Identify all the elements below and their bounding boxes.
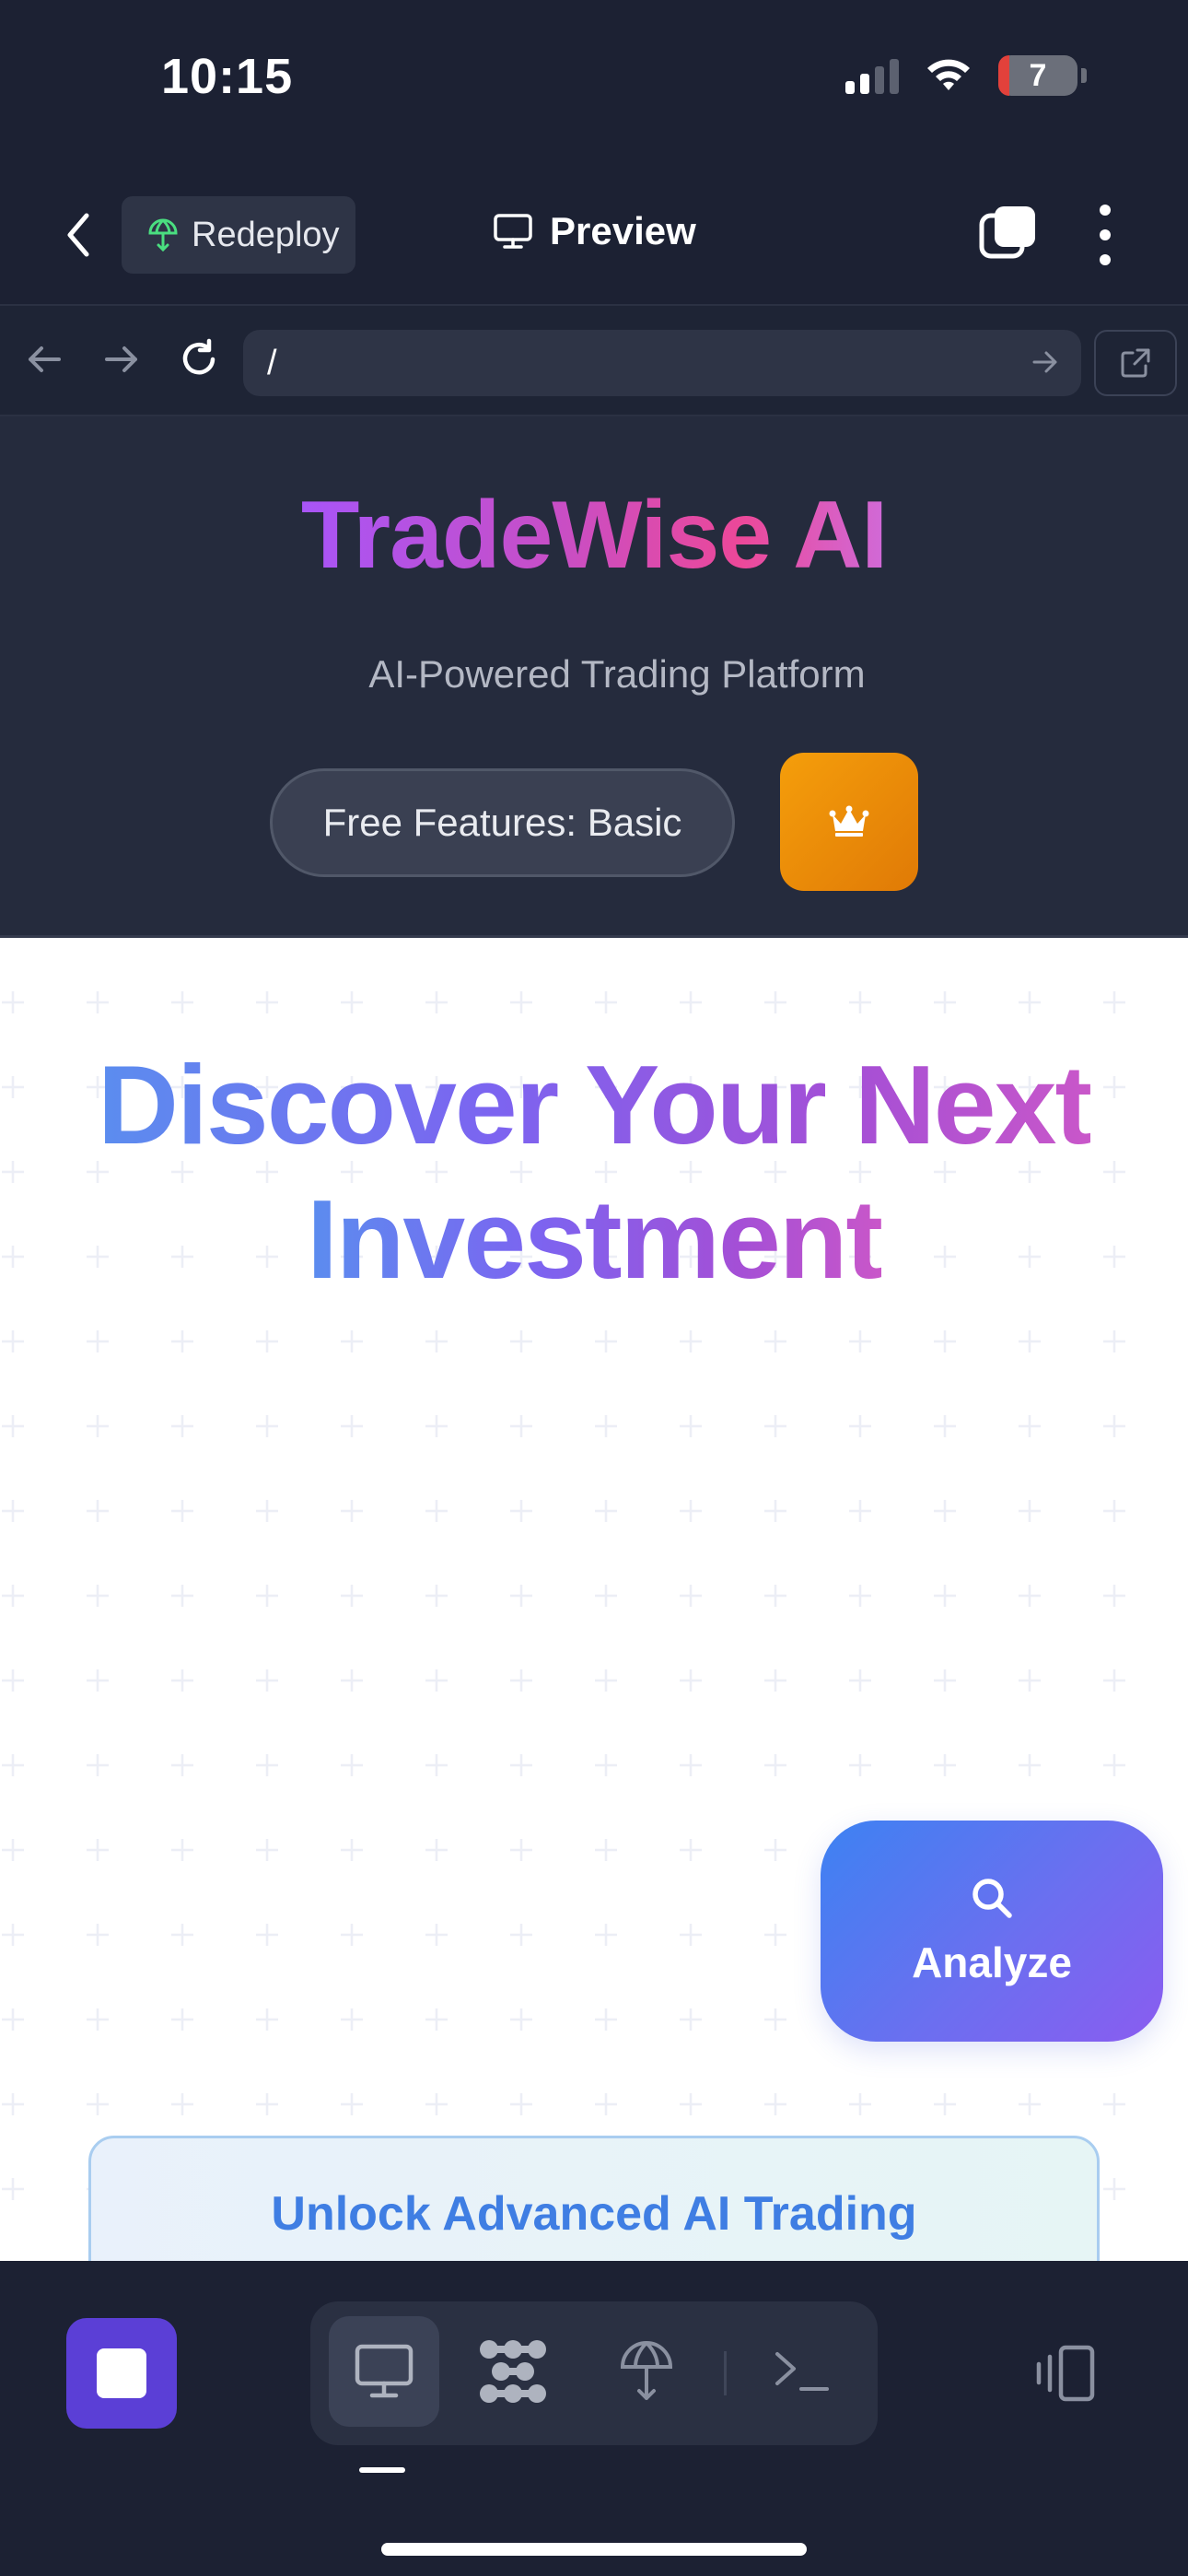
active-tab-indicator: [359, 2467, 405, 2473]
tab-deploy[interactable]: [591, 2316, 702, 2427]
status-time: 10:15: [161, 49, 294, 104]
wifi-icon: [927, 59, 970, 90]
desktop-icon: [355, 2344, 413, 2398]
deploy-icon: [620, 2341, 673, 2400]
view-switcher: [310, 2301, 878, 2445]
stop-icon: [97, 2348, 146, 2398]
hero-line-1: Discover Your Next: [97, 1042, 1092, 1167]
arrow-left-icon: [29, 346, 61, 372]
tabs-icon: [979, 206, 1035, 259]
more-options-icon[interactable]: [1096, 205, 1114, 265]
premium-button[interactable]: [780, 753, 918, 891]
redeploy-label: Redeploy: [192, 215, 340, 254]
url-bar-row: /: [0, 304, 1188, 416]
search-icon: [973, 1879, 1012, 1918]
stop-button[interactable]: [66, 2318, 177, 2429]
url-input[interactable]: /: [243, 330, 1081, 396]
reload-button[interactable]: [173, 334, 225, 385]
back-button[interactable]: [55, 203, 101, 267]
tabs-button[interactable]: [978, 203, 1039, 263]
main-content: Discover Your Next Investment Analyze Un…: [0, 938, 1188, 2261]
external-link-icon: [1121, 348, 1150, 378]
tab-terminal[interactable]: [747, 2316, 857, 2427]
preview-title: Preview: [493, 209, 696, 253]
url-text: /: [267, 343, 277, 382]
free-features-badge[interactable]: Free Features: Basic: [270, 768, 735, 877]
crown-icon: [829, 805, 869, 837]
tab-preview[interactable]: [329, 2316, 439, 2427]
status-bar: 10:15 7: [0, 0, 1188, 166]
workflow-icon: [480, 2340, 546, 2403]
terminal-icon: [775, 2352, 829, 2391]
home-indicator: [381, 2543, 807, 2556]
analyze-label: Analyze: [912, 1938, 1072, 1986]
monitor-icon: [494, 214, 532, 249]
analyze-button[interactable]: Analyze: [821, 1821, 1163, 2042]
battery-icon: 7: [998, 55, 1077, 96]
cellular-signal-icon: [845, 57, 899, 94]
upgrade-card[interactable]: Unlock Advanced AI Trading: [88, 2136, 1100, 2261]
go-arrow-icon[interactable]: [1031, 346, 1059, 378]
arrow-right-icon: [105, 346, 137, 372]
tab-workflow[interactable]: [458, 2316, 568, 2427]
upgrade-card-title: Unlock Advanced AI Trading: [271, 2187, 917, 2241]
preview-label: Preview: [550, 209, 696, 252]
brand-title: TradeWise AI: [300, 482, 888, 589]
reload-icon: [182, 338, 215, 375]
toolbar-divider: [724, 2351, 727, 2395]
site-header: TradeWise AI AI-Powered Trading Platform…: [0, 416, 1188, 938]
device-rotate-icon: [1036, 2345, 1095, 2402]
chevron-left-icon: [67, 213, 89, 257]
app-bar: Redeploy Preview: [0, 166, 1188, 304]
hero-heading: Discover Your Next Investment: [0, 1037, 1188, 1306]
device-toggle-button[interactable]: [1031, 2344, 1098, 2405]
status-icons: 7: [845, 55, 1087, 96]
browser-forward-button[interactable]: [96, 334, 147, 385]
redeploy-button[interactable]: Redeploy: [122, 196, 355, 274]
bottom-toolbar: [0, 2261, 1188, 2576]
brand-tagline: AI-Powered Trading Platform: [368, 652, 866, 696]
browser-back-button[interactable]: [18, 334, 70, 385]
open-external-button[interactable]: [1094, 330, 1177, 396]
hero-line-2: Investment: [306, 1177, 883, 1302]
battery-level: 7: [1029, 57, 1047, 93]
deploy-icon: [148, 218, 178, 252]
